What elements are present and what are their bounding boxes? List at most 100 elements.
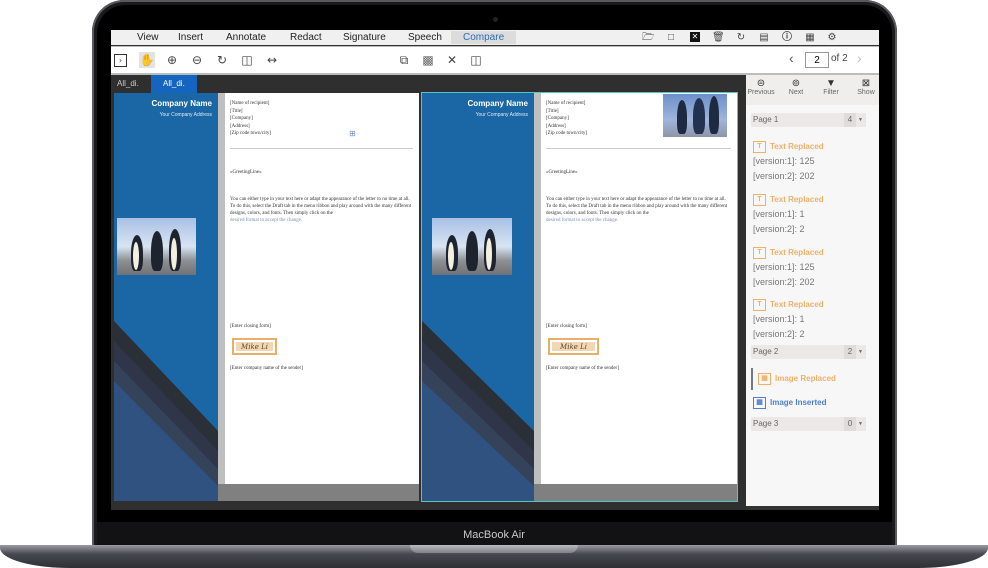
- menu-compare[interactable]: Compare: [451, 31, 517, 44]
- toolbar: › ✋ ⊕ ⊖ ↻ ◫ ↔ ⧉ ▩ ✕ ◫ ‹ of 2 ›: [111, 46, 879, 75]
- inserted-penguin-image[interactable]: [663, 94, 727, 137]
- show-icon: ⊠: [861, 78, 871, 89]
- greeting-line: «GreetingLine»: [546, 170, 578, 175]
- chevron-down-icon: ▼: [858, 117, 863, 123]
- divider: [230, 148, 413, 149]
- info-icon[interactable]: ⓘ: [781, 31, 793, 44]
- change-text-replaced[interactable]: T Text Replaced: [753, 141, 824, 153]
- change-count: 2: [844, 345, 856, 359]
- greeting-line: «GreetingLine»: [230, 170, 262, 175]
- settings-icon[interactable]: ⚙: [826, 31, 838, 44]
- text-replaced-icon: T: [753, 194, 766, 206]
- divider: [546, 148, 731, 149]
- filter-icon: ▼: [826, 78, 836, 89]
- image-replaced-icon: ▦: [758, 373, 771, 385]
- page-total-label: of 2: [831, 53, 848, 64]
- change-count: 0: [844, 417, 856, 431]
- sender-company: [Enter company name of the sender]: [546, 366, 619, 371]
- app-screen: View Insert Annotate Redact Signature Sp…: [111, 30, 879, 510]
- chevron-down-icon: ▼: [858, 421, 863, 427]
- fit-width-icon[interactable]: ↔: [264, 52, 280, 68]
- page-number-input[interactable]: [805, 52, 829, 68]
- change-text-replaced[interactable]: T Text Replaced: [753, 194, 824, 206]
- page-group-2[interactable]: Page 2 2 ▼: [751, 345, 866, 359]
- change-text-replaced[interactable]: T Text Replaced: [753, 247, 824, 259]
- menu-redact[interactable]: Redact: [286, 31, 326, 44]
- menu-annotate[interactable]: Annotate: [222, 31, 270, 44]
- menu-speech[interactable]: Speech: [404, 31, 446, 44]
- next-page-button[interactable]: ›: [857, 50, 862, 66]
- image-inserted-icon: ▦: [753, 397, 766, 409]
- company-address: Your Company Address: [159, 112, 212, 118]
- recipient-address: [Name of recipient] [Title] [Company] [A…: [546, 101, 588, 136]
- device-brand-label: MacBook Air: [463, 529, 525, 541]
- text-replaced-icon: T: [753, 141, 766, 153]
- compared-document-pane: Company Name Your Company Address [Name: [421, 92, 738, 502]
- sync-icon[interactable]: ↻: [735, 31, 747, 44]
- closing-form: [Enter closing form]: [230, 324, 271, 329]
- change-text-replaced[interactable]: T Text Replaced: [753, 299, 824, 311]
- previous-change-button[interactable]: ⊜ Previous: [744, 78, 778, 96]
- new-file-icon[interactable]: □: [665, 31, 677, 44]
- side-by-side-icon[interactable]: ◫: [468, 52, 484, 68]
- letter-page: [Name of recipient] [Title] [Company] [A…: [541, 93, 737, 501]
- comparison-results-panel: ⊜ Previous ⊚ Next ▼ Filter ⊠ Show Page 1 4 ▼…: [746, 75, 879, 506]
- version-2-value: [version:2]: 2: [753, 329, 805, 339]
- penguin-image: [432, 218, 512, 275]
- letter-body: You can either type in your text here or…: [230, 197, 412, 223]
- signature-text: Mike Li: [552, 342, 595, 351]
- menu-signature[interactable]: Signature: [339, 31, 390, 44]
- rotate-icon[interactable]: ↻: [214, 52, 230, 68]
- prev-page-button[interactable]: ‹: [789, 50, 794, 66]
- hand-tool-icon[interactable]: ✋: [139, 52, 155, 68]
- zoom-in-icon[interactable]: ⊕: [164, 52, 180, 68]
- trash-icon[interactable]: 🗑: [712, 31, 725, 44]
- document-properties-icon[interactable]: ▦: [804, 31, 816, 44]
- recipient-address: [Name of recipient] [Title] [Company] [A…: [230, 101, 272, 136]
- zoom-out-icon[interactable]: ⊖: [189, 52, 205, 68]
- change-count: 4: [844, 113, 856, 127]
- decorative-stripes: [114, 321, 218, 501]
- next-change-button[interactable]: ⊚ Next: [779, 78, 813, 96]
- version-1-value: [version:1]: 125: [753, 262, 815, 272]
- laptop-notch: [410, 545, 578, 553]
- signature-box[interactable]: Mike Li: [232, 338, 277, 355]
- original-document-pane: Company Name Your Company Address [Name: [114, 93, 419, 501]
- letterhead-column: Company Name Your Company Address: [422, 93, 534, 501]
- toggle-sidebar-icon[interactable]: ›: [114, 54, 127, 67]
- compare-images-icon[interactable]: ▩: [420, 52, 436, 68]
- page-group-1[interactable]: Page 1 4 ▼: [751, 113, 866, 127]
- letterhead-column: Company Name Your Company Address: [114, 93, 218, 501]
- add-comment-icon[interactable]: ⊞: [349, 129, 356, 138]
- camera: [493, 17, 498, 22]
- fit-page-icon[interactable]: ◫: [239, 52, 255, 68]
- filter-button[interactable]: ▼ Filter: [814, 78, 848, 96]
- text-replaced-icon: T: [753, 247, 766, 259]
- open-folder-icon[interactable]: 🗁: [642, 31, 654, 44]
- letter-body: You can either type in your text here or…: [546, 197, 728, 223]
- comment-icon[interactable]: ▤: [758, 31, 770, 44]
- panel-toolbar: ⊜ Previous ⊚ Next ▼ Filter ⊠ Show: [746, 75, 879, 105]
- closing-form: [Enter closing form]: [546, 324, 587, 329]
- version-2-value: [version:2]: 202: [753, 277, 815, 287]
- version-2-value: [version:2]: 202: [753, 171, 815, 181]
- document-area: Company Name Your Company Address [Name: [111, 92, 741, 510]
- company-address: Your Company Address: [475, 112, 528, 118]
- menu-view[interactable]: View: [133, 31, 163, 44]
- tab-original[interactable]: All_di.: [111, 75, 145, 93]
- change-image-replaced[interactable]: ▦ Image Replaced: [758, 373, 836, 385]
- version-1-value: [version:1]: 125: [753, 156, 815, 166]
- change-image-inserted[interactable]: ▦ Image Inserted: [753, 397, 826, 409]
- previous-icon: ⊜: [756, 78, 766, 89]
- close-file-icon[interactable]: ✕: [690, 32, 700, 42]
- compare-files-icon[interactable]: ⧉: [396, 52, 412, 68]
- show-button[interactable]: ⊠ Show: [849, 78, 879, 96]
- chevron-down-icon: ▼: [858, 349, 863, 355]
- signature-box[interactable]: Mike Li: [548, 338, 599, 355]
- close-compare-icon[interactable]: ✕: [444, 52, 460, 68]
- page-navigator: ‹ of 2 ›: [789, 50, 867, 69]
- sender-company: [Enter company name of the sender]: [230, 366, 303, 371]
- tab-compared[interactable]: All_di.: [151, 75, 197, 93]
- page-group-3[interactable]: Page 3 0 ▼: [751, 417, 866, 431]
- menu-insert[interactable]: Insert: [174, 31, 207, 44]
